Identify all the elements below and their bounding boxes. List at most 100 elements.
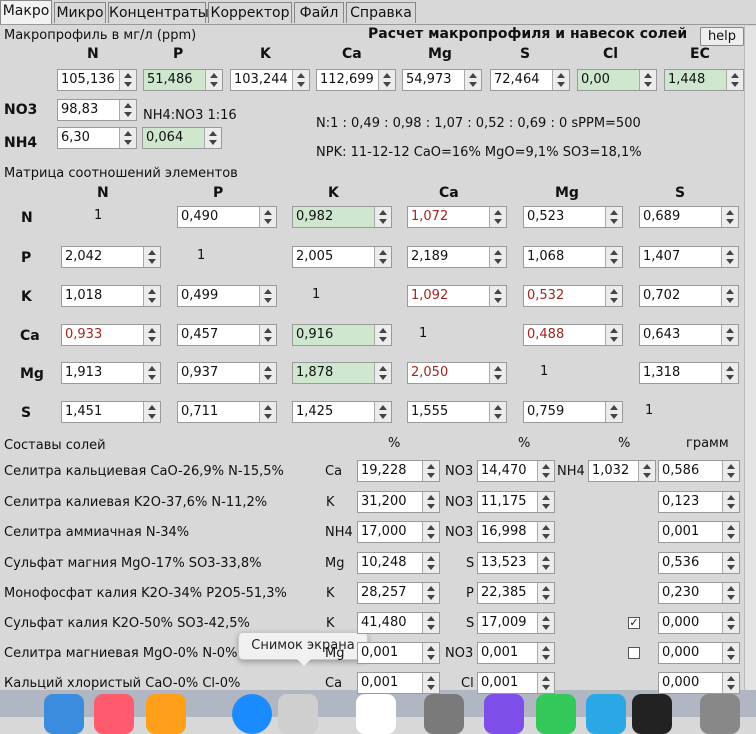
spin-arrows-icon[interactable] <box>721 207 738 227</box>
nh4-no3-ratio-input[interactable]: 0,064 <box>142 127 222 149</box>
spin-arrows-icon[interactable] <box>204 128 221 148</box>
books-icon[interactable] <box>146 694 186 734</box>
matrix-cell-4-3[interactable]: 2,050 <box>407 362 507 384</box>
matrix-cell-4-0[interactable]: 1,913 <box>61 362 161 384</box>
salt-percent-2-input[interactable]: 16,998 <box>477 521 555 543</box>
matrix-cell-2-3[interactable]: 1,092 <box>407 285 507 307</box>
spin-arrows-icon[interactable] <box>721 286 738 306</box>
salt-percent-2-input[interactable]: 17,009 <box>477 612 555 634</box>
spin-arrows-icon[interactable] <box>721 325 738 345</box>
spin-arrows-icon[interactable] <box>378 70 395 90</box>
matrix-cell-1-3[interactable]: 2,189 <box>407 246 507 268</box>
spin-arrows-icon[interactable] <box>537 461 554 481</box>
salt-gram-input[interactable]: 0,000 <box>658 672 740 694</box>
spin-arrows-icon[interactable] <box>489 286 506 306</box>
spin-arrows-icon[interactable] <box>143 247 160 267</box>
matrix-cell-1-4[interactable]: 1,068 <box>523 246 623 268</box>
spin-arrows-icon[interactable] <box>605 247 622 267</box>
music-icon[interactable] <box>94 694 134 734</box>
spin-arrows-icon[interactable] <box>721 363 738 383</box>
matrix-cell-3-4[interactable]: 0,488 <box>523 324 623 346</box>
salt-enable-checkbox[interactable] <box>628 647 640 659</box>
spin-arrows-icon[interactable] <box>143 325 160 345</box>
spin-arrows-icon[interactable] <box>259 363 276 383</box>
spin-arrows-icon[interactable] <box>464 70 481 90</box>
matrix-cell-3-1[interactable]: 0,457 <box>177 324 277 346</box>
spin-arrows-icon[interactable] <box>422 492 439 512</box>
nh4-input[interactable]: 6,30 <box>57 127 137 149</box>
salt-percent-1-input[interactable]: 31,200 <box>357 491 440 513</box>
spin-arrows-icon[interactable] <box>722 492 739 512</box>
macro-input-k[interactable]: 103,244 <box>230 69 310 91</box>
matrix-cell-5-3[interactable]: 1,555 <box>407 401 507 423</box>
spin-arrows-icon[interactable] <box>489 363 506 383</box>
matrix-cell-3-5[interactable]: 0,643 <box>639 324 739 346</box>
macro-input-s[interactable]: 72,464 <box>490 69 570 91</box>
tab-macro[interactable]: Макро <box>0 0 52 24</box>
salt-percent-2-input[interactable]: 0,001 <box>477 672 555 694</box>
salt-percent-2-input[interactable]: 22,385 <box>477 582 555 604</box>
spin-arrows-icon[interactable] <box>422 673 439 693</box>
spin-arrows-icon[interactable] <box>422 553 439 573</box>
matrix-cell-1-2[interactable]: 2,005 <box>292 246 392 268</box>
spin-arrows-icon[interactable] <box>259 207 276 227</box>
matrix-cell-5-0[interactable]: 1,451 <box>61 401 161 423</box>
spin-arrows-icon[interactable] <box>119 100 136 120</box>
matrix-cell-5-2[interactable]: 1,425 <box>292 401 392 423</box>
salt-gram-input[interactable]: 0,230 <box>658 582 740 604</box>
spin-arrows-icon[interactable] <box>422 583 439 603</box>
spin-arrows-icon[interactable] <box>374 363 391 383</box>
spin-arrows-icon[interactable] <box>374 247 391 267</box>
matrix-cell-1-0[interactable]: 2,042 <box>61 246 161 268</box>
salt-gram-input[interactable]: 0,586 <box>658 460 740 482</box>
salt-gram-input[interactable]: 0,001 <box>658 521 740 543</box>
spin-arrows-icon[interactable] <box>638 461 655 481</box>
spin-arrows-icon[interactable] <box>422 643 439 663</box>
tab-file[interactable]: Файл <box>294 2 344 23</box>
matrix-cell-5-1[interactable]: 0,711 <box>177 401 277 423</box>
matrix-cell-2-4[interactable]: 0,532 <box>523 285 623 307</box>
photos-icon[interactable] <box>356 694 396 734</box>
spin-arrows-icon[interactable] <box>259 402 276 422</box>
macro-input-n[interactable]: 105,136 <box>57 69 137 91</box>
spin-arrows-icon[interactable] <box>722 553 739 573</box>
app-store-icon[interactable] <box>232 694 272 734</box>
matrix-cell-0-5[interactable]: 0,689 <box>639 206 739 228</box>
matrix-cell-5-4[interactable]: 0,759 <box>523 401 623 423</box>
telegram-icon[interactable] <box>586 694 626 734</box>
viber-icon[interactable] <box>484 694 524 734</box>
spin-arrows-icon[interactable] <box>259 286 276 306</box>
spin-arrows-icon[interactable] <box>374 402 391 422</box>
hotspot-icon[interactable] <box>632 694 672 734</box>
salt-gram-input[interactable]: 0,000 <box>658 642 740 664</box>
tab-corrector[interactable]: Корректор <box>208 2 292 23</box>
salt-percent-1-input[interactable]: 10,248 <box>357 552 440 574</box>
spin-arrows-icon[interactable] <box>537 613 554 633</box>
matrix-cell-4-1[interactable]: 0,937 <box>177 362 277 384</box>
salt-percent-2-input[interactable]: 0,001 <box>477 642 555 664</box>
trash-icon[interactable] <box>700 694 740 734</box>
spin-arrows-icon[interactable] <box>722 613 739 633</box>
spin-arrows-icon[interactable] <box>605 286 622 306</box>
spin-arrows-icon[interactable] <box>722 461 739 481</box>
spin-arrows-icon[interactable] <box>422 613 439 633</box>
spin-arrows-icon[interactable] <box>721 247 738 267</box>
spin-arrows-icon[interactable] <box>119 70 136 90</box>
spin-arrows-icon[interactable] <box>422 522 439 542</box>
spin-arrows-icon[interactable] <box>605 402 622 422</box>
spin-arrows-icon[interactable] <box>537 553 554 573</box>
spin-arrows-icon[interactable] <box>374 325 391 345</box>
macro-input-p[interactable]: 51,486 <box>143 69 223 91</box>
screenshot-icon[interactable] <box>278 694 318 734</box>
macro-input-ca[interactable]: 112,699 <box>316 69 396 91</box>
salt-percent-1-input[interactable]: 28,257 <box>357 582 440 604</box>
salt-percent-2-input[interactable]: 14,470 <box>477 460 555 482</box>
salt-percent-3-input[interactable]: 1,032 <box>588 460 656 482</box>
spin-arrows-icon[interactable] <box>489 402 506 422</box>
spin-arrows-icon[interactable] <box>537 643 554 663</box>
matrix-cell-0-2[interactable]: 0,982 <box>292 206 392 228</box>
salt-gram-input[interactable]: 0,000 <box>658 612 740 634</box>
spin-arrows-icon[interactable] <box>292 70 309 90</box>
macro-input-cl[interactable]: 0,00 <box>577 69 657 91</box>
macro-input-mg[interactable]: 54,973 <box>402 69 482 91</box>
